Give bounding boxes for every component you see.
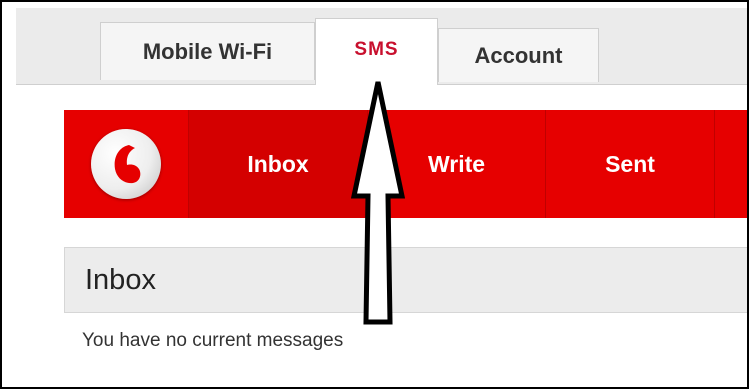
tab-account[interactable]: Account <box>438 28 599 82</box>
tab-sms-label: SMS <box>354 39 399 60</box>
vodafone-logo-icon <box>91 129 161 199</box>
nav-sent[interactable]: Sent <box>546 110 715 218</box>
nav-inbox-label: Inbox <box>247 150 309 177</box>
nav-write-label: Write <box>427 150 486 177</box>
speech-mark-icon <box>114 145 141 184</box>
tab-account-label: Account <box>474 42 563 68</box>
logo-cell <box>64 110 189 218</box>
tab-mobile-wifi[interactable]: Mobile Wi-Fi <box>100 22 315 80</box>
tab-mobile-wifi-label: Mobile Wi-Fi <box>142 38 273 64</box>
screenshot-frame: Mobile Wi-Fi SMS Account Inbox Write Sen… <box>0 0 749 389</box>
nav-sent-label: Sent <box>605 150 655 177</box>
inbox-title: Inbox <box>85 263 156 296</box>
nav-more[interactable] <box>715 110 747 218</box>
empty-inbox-message: You have no current messages <box>82 330 344 351</box>
left-margin <box>16 85 64 387</box>
up-arrow-icon <box>350 81 406 325</box>
tab-sms[interactable]: SMS <box>315 18 438 85</box>
